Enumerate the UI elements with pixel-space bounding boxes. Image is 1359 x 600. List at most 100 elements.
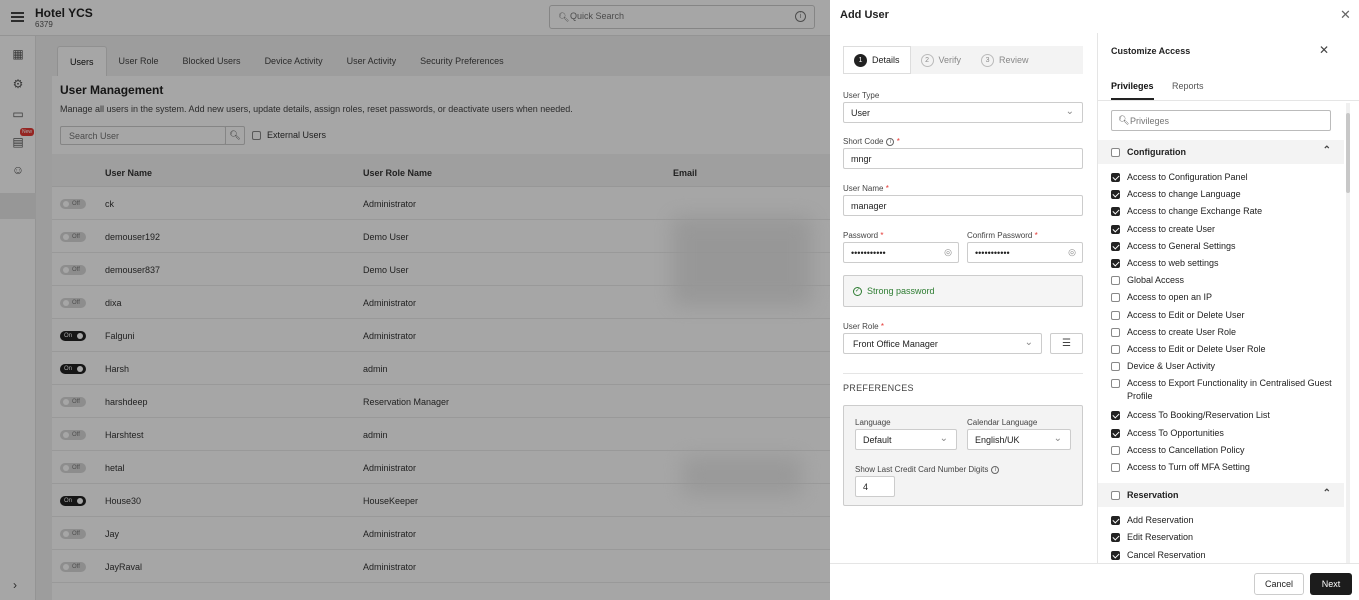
preferences-title: PREFERENCES [843, 383, 914, 393]
customize-access-button[interactable]: ☰ [1050, 333, 1083, 354]
checkbox[interactable] [1111, 445, 1120, 455]
checkbox[interactable] [1111, 379, 1120, 389]
next-button[interactable]: Next [1310, 573, 1352, 595]
checkbox[interactable] [1111, 533, 1120, 543]
privilege-label: Access to Turn off MFA Setting [1127, 462, 1250, 472]
checkbox[interactable] [1111, 490, 1120, 500]
close-icon[interactable]: ✕ [1319, 43, 1329, 57]
privilege-label: Add Reservation [1127, 515, 1194, 526]
privilege-item[interactable]: Access to Cancellation Policy [1111, 444, 1336, 457]
checkbox[interactable] [1111, 362, 1120, 372]
user-role-label: User Role * [843, 322, 884, 331]
privilege-item[interactable]: Add Reservation [1111, 514, 1336, 527]
password-input[interactable]: ••••••••••• ◎ [843, 242, 959, 263]
privileges-search-input[interactable] [1130, 116, 1320, 126]
checkbox[interactable] [1111, 345, 1120, 354]
tab-privileges[interactable]: Privileges [1111, 81, 1154, 100]
checkbox[interactable] [1111, 190, 1120, 200]
privilege-item[interactable]: Device & User Activity [1111, 360, 1336, 373]
privilege-item[interactable]: Cancel Reservation [1111, 549, 1336, 562]
info-icon[interactable]: i [991, 465, 1000, 474]
privilege-item[interactable]: Global Access [1111, 274, 1336, 287]
checkbox[interactable] [1111, 310, 1120, 320]
chevron-down-icon: ⌄ [939, 433, 948, 444]
eye-off-icon[interactable]: ◎ [1068, 247, 1076, 258]
customize-access-title: Customize Access [1111, 46, 1191, 56]
tab-reports[interactable]: Reports [1172, 81, 1204, 98]
checkbox[interactable] [1111, 516, 1120, 526]
user-role-select[interactable]: Front Office Manager ⌄ [843, 333, 1042, 354]
checkbox[interactable] [1111, 463, 1120, 472]
privilege-item[interactable]: Access To Booking/Reservation List [1111, 409, 1336, 422]
chevron-down-icon: ⌄ [1065, 106, 1074, 117]
modal-overlay[interactable] [0, 0, 830, 600]
checkbox[interactable] [1111, 411, 1120, 421]
step-review[interactable]: 3 Review [971, 46, 1039, 74]
privilege-item[interactable]: Access to Export Functionality in Centra… [1111, 377, 1336, 403]
privilege-item[interactable]: Access to General Settings [1111, 240, 1336, 253]
required-mark: * [880, 231, 884, 240]
close-icon[interactable]: ✕ [1340, 7, 1351, 23]
checkbox[interactable] [1111, 224, 1120, 234]
confirm-password-label-text: Confirm Password [967, 231, 1033, 240]
privilege-item[interactable]: Access to create User [1111, 223, 1336, 236]
scroll-thumb[interactable] [1346, 113, 1350, 193]
eye-off-icon[interactable]: ◎ [944, 247, 952, 258]
cc-digits-input[interactable]: 4 [855, 476, 895, 497]
section-header[interactable]: Reservation ⌃ [1098, 483, 1344, 508]
password-label: Password * [843, 231, 883, 240]
language-value: Default [863, 435, 892, 445]
customize-access-panel: Customize Access ✕ Privileges Reports 🔍︎… [1097, 33, 1359, 563]
privilege-label: Access to change Exchange Rate [1127, 206, 1263, 217]
confirm-password-input[interactable]: ••••••••••• ◎ [967, 242, 1083, 263]
checkbox[interactable] [1111, 147, 1120, 157]
chevron-down-icon: ⌄ [1053, 433, 1062, 444]
checkbox[interactable] [1111, 207, 1120, 217]
section-header[interactable]: Configuration ⌃ [1098, 140, 1344, 164]
privilege-item[interactable]: Access to open an IP [1111, 291, 1336, 304]
privilege-item[interactable]: Access to Turn off MFA Setting [1111, 461, 1336, 474]
checkbox[interactable] [1111, 241, 1120, 251]
privilege-item[interactable]: Access to Edit or Delete User [1111, 309, 1336, 322]
cancel-button[interactable]: Cancel [1254, 573, 1304, 595]
checkbox[interactable] [1111, 173, 1120, 182]
step-verify[interactable]: 2 Verify [911, 46, 972, 74]
checkbox[interactable] [1111, 259, 1120, 268]
password-strength: ✓ Strong password [843, 275, 1083, 307]
privilege-item[interactable]: Edit Reservation [1111, 531, 1336, 544]
privilege-item[interactable]: Access to web settings [1111, 257, 1336, 270]
checkbox[interactable] [1111, 276, 1120, 286]
checkbox[interactable] [1111, 428, 1120, 438]
privilege-label: Cancel Reservation [1127, 549, 1206, 560]
required-mark: * [896, 137, 900, 146]
privilege-item[interactable]: Access to change Language [1111, 188, 1336, 201]
privilege-item[interactable]: Access to create User Role [1111, 326, 1336, 339]
checkbox[interactable] [1111, 293, 1120, 303]
privilege-item[interactable]: Access to Configuration Panel [1111, 171, 1336, 184]
user-name-label-text: User Name [843, 184, 884, 193]
cc-digits-label-text: Show Last Credit Card Number Digits [855, 465, 989, 474]
user-name-input[interactable]: manager [843, 195, 1083, 216]
user-name-label: User Name * [843, 184, 889, 193]
step-details[interactable]: 1 Details [843, 46, 911, 74]
scrollbar[interactable] [1346, 103, 1350, 563]
chevron-up-icon[interactable]: ⌃ [1323, 145, 1331, 156]
privilege-item[interactable]: Access To Opportunities [1111, 427, 1336, 440]
short-code-input[interactable]: mngr [843, 148, 1083, 169]
user-type-select[interactable]: User ⌄ [843, 102, 1083, 123]
privilege-item[interactable]: Access to change Exchange Rate [1111, 205, 1336, 218]
privilege-label: Access to General Settings [1127, 240, 1236, 251]
user-role-value: Front Office Manager [853, 339, 938, 349]
chevron-up-icon[interactable]: ⌃ [1323, 488, 1331, 499]
add-user-drawer: Add User ✕ 1 Details 2 Verify 3 Review U… [830, 0, 1359, 600]
privilege-label: Access to Export Functionality in Centra… [1127, 378, 1332, 402]
privilege-item[interactable]: Access to Edit or Delete User Role [1111, 343, 1336, 356]
required-mark: * [880, 322, 884, 331]
checkbox[interactable] [1111, 550, 1120, 560]
language-select[interactable]: Default ⌄ [855, 429, 957, 450]
privileges-search[interactable]: 🔍︎ [1111, 110, 1331, 131]
calendar-language-select[interactable]: English/UK ⌄ [967, 429, 1071, 450]
search-icon: 🔍︎ [1118, 115, 1130, 125]
info-icon[interactable]: i [886, 137, 895, 146]
checkbox[interactable] [1111, 327, 1120, 337]
